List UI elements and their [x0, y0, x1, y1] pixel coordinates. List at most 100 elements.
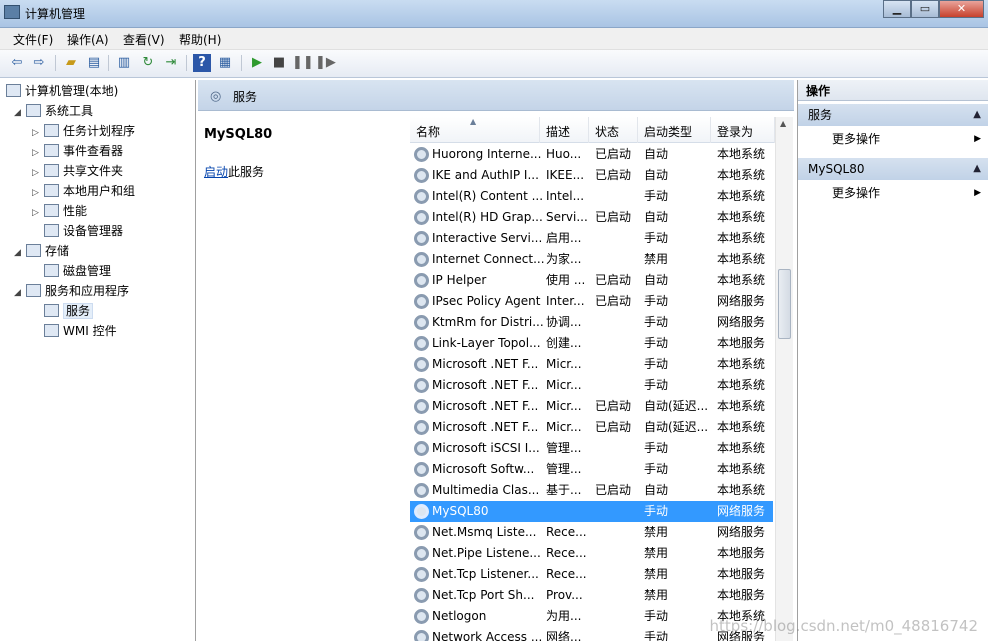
table-cell: 手动	[644, 462, 669, 476]
table-row[interactable]: MySQL80 手动 网络服务	[410, 501, 773, 522]
collapse-icon[interactable]: ▲	[973, 104, 981, 126]
table-row[interactable]: Microsoft iSCSI I... 管理... 手动 本地系统	[410, 438, 773, 459]
table-row[interactable]: Net.Tcp Port Sh... Prov... 禁用 本地服务	[410, 585, 773, 606]
table-row[interactable]: Intel(R) HD Grap... Servi... 已启动 自动 本地系统	[410, 207, 773, 228]
table-row[interactable]: IP Helper 使用 ... 已启动 自动 本地系统	[410, 270, 773, 291]
menu-help[interactable]: 帮助(H)	[179, 31, 221, 48]
menu-file[interactable]: 文件(F)	[13, 31, 53, 48]
service-gear-icon	[414, 546, 429, 561]
table-row[interactable]: Microsoft .NET F... Micr... 已启动 自动(延迟... 本地系…	[410, 417, 773, 438]
table-cell: Rece...	[546, 546, 587, 560]
table-cell: Net.Tcp Listener...	[432, 567, 539, 581]
service-gear-icon	[414, 210, 429, 225]
restart-service-icon[interactable]: ❚▶	[315, 54, 336, 72]
scroll-up-icon[interactable]: ▲	[780, 119, 786, 128]
menu-view[interactable]: 查看(V)	[123, 31, 165, 48]
service-gear-icon	[414, 588, 429, 603]
refresh-icon[interactable]: ↻	[139, 54, 157, 72]
table-row[interactable]: Microsoft .NET F... Micr... 已启动 自动(延迟... 本地系…	[410, 396, 773, 417]
export-list-icon[interactable]: ⇥	[162, 54, 180, 72]
table-cell: 管理...	[546, 441, 582, 455]
service-gear-icon	[414, 609, 429, 624]
tree-node[interactable]: ◢ 系统工具	[14, 101, 93, 121]
tree-node[interactable]: WMI 控件	[32, 321, 117, 341]
start-service-link[interactable]: 启动	[204, 165, 228, 179]
start-service-icon[interactable]: ▶	[248, 54, 266, 72]
action-pane-icon[interactable]: ▦	[216, 54, 234, 72]
minimize-button[interactable]: ▁	[883, 0, 911, 18]
tree-node[interactable]: ◢ 服务和应用程序	[14, 281, 129, 301]
table-row[interactable]: Huorong Interne... Huo... 已启动 自动 本地系统	[410, 144, 773, 165]
show-hide-tree-icon[interactable]: ▤	[85, 54, 103, 72]
action-group-services[interactable]: 服务 ▲	[798, 104, 988, 126]
column-startup-type[interactable]: 启动类型	[638, 117, 711, 143]
properties-icon[interactable]: ▥	[115, 54, 133, 72]
more-actions-item[interactable]: 更多操作 ▶	[798, 182, 988, 204]
maximize-button[interactable]: ▭	[911, 0, 939, 18]
table-row[interactable]: Microsoft .NET F... Micr... 手动 本地系统	[410, 354, 773, 375]
action-group-mysql80[interactable]: MySQL80 ▲	[798, 158, 988, 180]
tree-node[interactable]: 磁盘管理	[32, 261, 111, 281]
table-row[interactable]: IPsec Policy Agent Inter... 已启动 手动 网络服务	[410, 291, 773, 312]
table-cell: 本地服务	[717, 588, 766, 602]
table-cell: 自动(延迟...	[644, 399, 709, 413]
column-log-on-as[interactable]: 登录为	[711, 117, 775, 143]
gear-icon	[44, 304, 59, 317]
tree-node[interactable]: 计算机管理(本地)	[6, 81, 118, 101]
table-row[interactable]: Internet Connect... 为家... 禁用 本地系统	[410, 249, 773, 270]
table-row[interactable]: IKE and AuthIP I... IKEE... 已启动 自动 本地系统	[410, 165, 773, 186]
back-arrow-icon[interactable]: ⇦	[8, 54, 26, 72]
table-cell: 手动	[644, 231, 669, 245]
close-button[interactable]: ✕	[939, 0, 984, 18]
tree-node[interactable]: 设备管理器	[32, 221, 123, 241]
service-gear-icon	[414, 378, 429, 393]
table-cell: Net.Pipe Listene...	[432, 546, 541, 560]
menu-action[interactable]: 操作(A)	[67, 31, 109, 48]
tree-node-services[interactable]: 服务	[32, 301, 94, 321]
scroll-thumb[interactable]	[778, 269, 791, 339]
table-row[interactable]: Microsoft .NET F... Micr... 手动 本地系统	[410, 375, 773, 396]
table-row[interactable]: Multimedia Clas... 基于... 已启动 自动 本地系统	[410, 480, 773, 501]
forward-arrow-icon[interactable]: ⇨	[30, 54, 48, 72]
tree-node[interactable]: ▷ 任务计划程序	[32, 121, 135, 141]
table-row[interactable]: Interactive Servi... 启用... 手动 本地系统	[410, 228, 773, 249]
table-row[interactable]: Net.Tcp Listener... Rece... 禁用 本地服务	[410, 564, 773, 585]
tree-node[interactable]: ▷ 共享文件夹	[32, 161, 123, 181]
pause-service-icon[interactable]: ❚❚	[292, 54, 314, 72]
table-row[interactable]: Intel(R) Content ... Intel... 手动 本地系统	[410, 186, 773, 207]
column-status[interactable]: 状态	[589, 117, 638, 143]
service-rows: Huorong Interne... Huo... 已启动 自动 本地系统 IKE and…	[410, 144, 775, 641]
table-cell: 已启动	[595, 273, 632, 287]
table-cell: 自动	[644, 483, 669, 497]
service-gear-icon	[414, 462, 429, 477]
stop-service-icon[interactable]: ■	[270, 54, 288, 72]
table-cell: Microsoft .NET F...	[432, 378, 539, 392]
table-cell: Net.Msmq Liste...	[432, 525, 537, 539]
vertical-scrollbar[interactable]: ▲	[775, 117, 793, 641]
service-gear-icon	[414, 399, 429, 414]
collapse-icon[interactable]: ▲	[973, 158, 981, 180]
service-gear-icon	[414, 357, 429, 372]
table-row[interactable]: KtmRm for Distri... 协调... 手动 网络服务	[410, 312, 773, 333]
table-row[interactable]: Link-Layer Topol... 创建... 手动 本地服务	[410, 333, 773, 354]
actions-pane: 操作 服务 ▲ 更多操作 ▶ MySQL80 ▲ 更多操作 ▶	[797, 80, 988, 641]
tree-node[interactable]: ◢ 存储	[14, 241, 69, 261]
table-cell: 本地系统	[717, 231, 766, 245]
table-cell: 为家...	[546, 252, 582, 266]
more-actions-item[interactable]: 更多操作 ▶	[798, 128, 988, 150]
table-cell: 为用...	[546, 609, 582, 623]
tree-node[interactable]: ▷ 本地用户和组	[32, 181, 135, 201]
column-description[interactable]: 描述	[540, 117, 589, 143]
table-row[interactable]: Microsoft Softw... 管理... 手动 本地系统	[410, 459, 773, 480]
service-gear-icon	[414, 504, 429, 519]
table-cell: Micr...	[546, 357, 582, 371]
table-cell: 手动	[644, 315, 669, 329]
table-row[interactable]: Net.Pipe Listene... Rece... 禁用 本地服务	[410, 543, 773, 564]
help-icon[interactable]: ?	[193, 54, 211, 72]
tree-node[interactable]: ▷ 事件查看器	[32, 141, 123, 161]
table-cell: Internet Connect...	[432, 252, 544, 266]
table-cell: Link-Layer Topol...	[432, 336, 541, 350]
table-row[interactable]: Net.Msmq Liste... Rece... 禁用 网络服务	[410, 522, 773, 543]
up-folder-icon[interactable]: ▰	[62, 54, 80, 72]
tree-node[interactable]: ▷ 性能	[32, 201, 87, 221]
